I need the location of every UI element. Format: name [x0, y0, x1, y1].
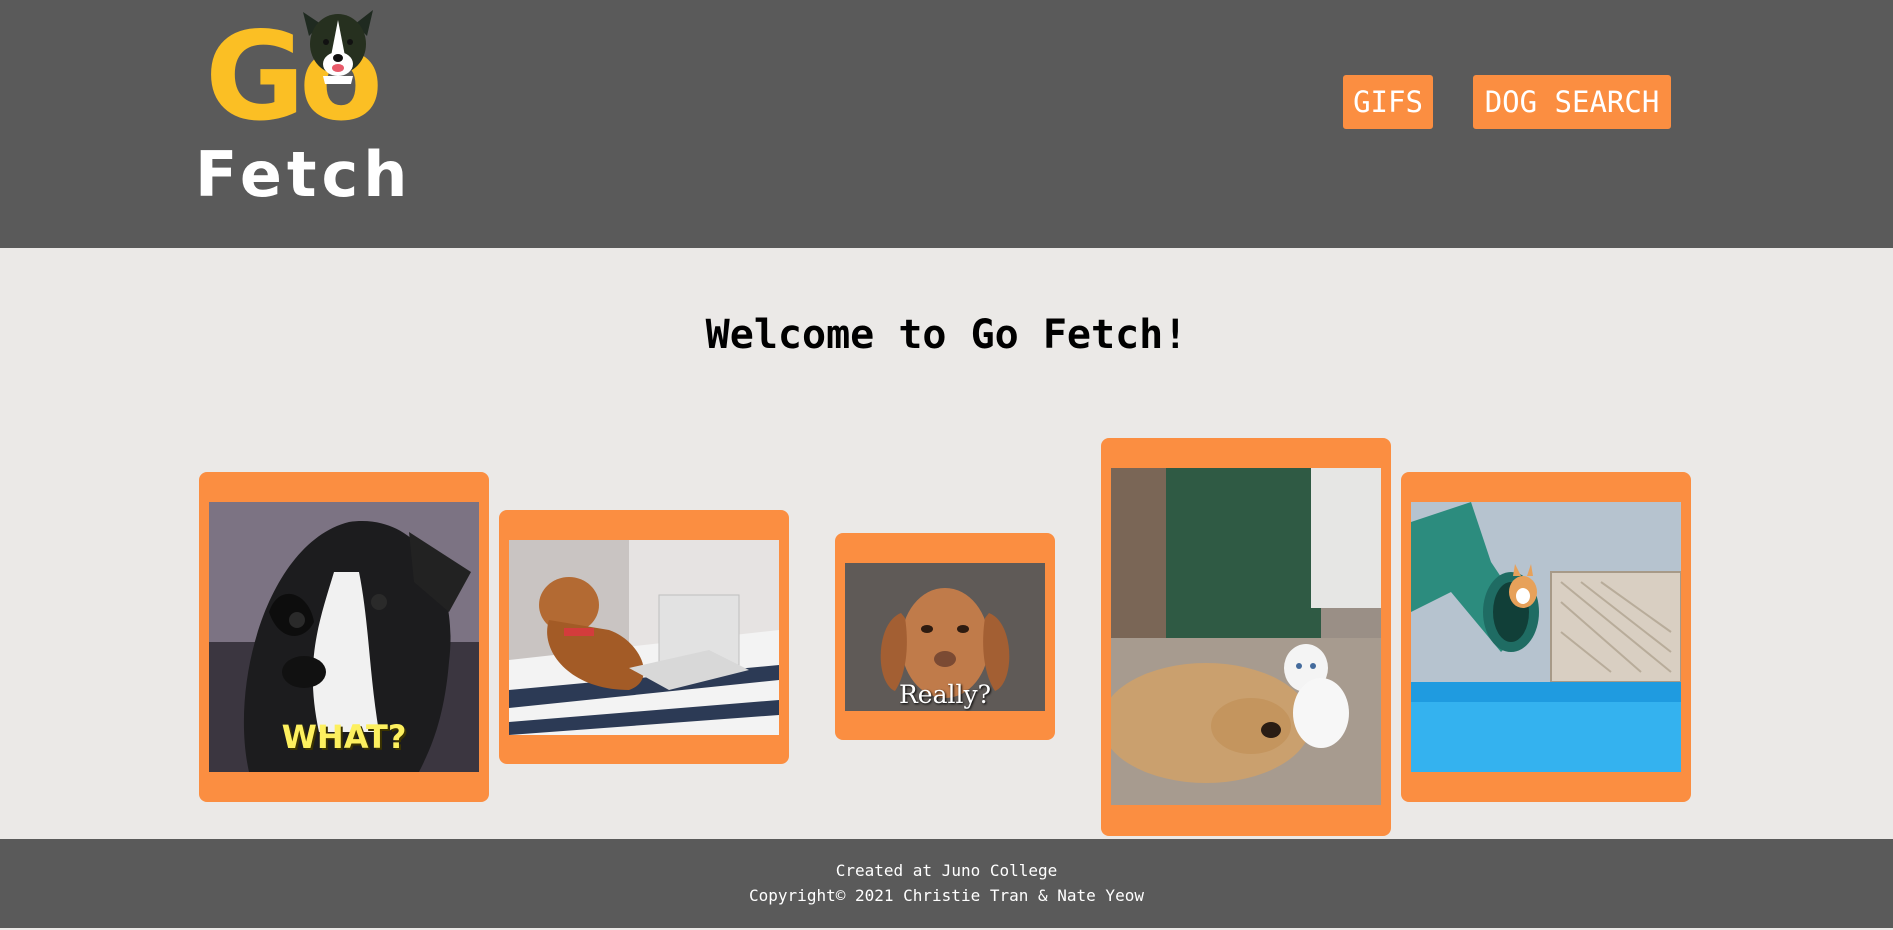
gif-image	[509, 540, 779, 735]
site-header: Go Fetch GIFS DOG SEARCH	[0, 0, 1893, 248]
dog-search-nav-button[interactable]: DOG SEARCH	[1473, 75, 1671, 129]
footer-copyright-text: Copyright© 2021 Christie Tran & Nate Yeo…	[749, 886, 1144, 905]
footer-created-text: Created at Juno College	[835, 861, 1058, 880]
gif-card[interactable]: WHAT?	[199, 472, 489, 802]
gif-caption: WHAT?	[281, 718, 407, 756]
gif-card[interactable]: Really?	[835, 533, 1055, 740]
gif-card[interactable]	[1401, 472, 1691, 802]
gif-image	[1411, 502, 1681, 772]
gif-image: Really?	[845, 563, 1045, 711]
site-footer: Created at Juno College Copyright© 2021 …	[0, 839, 1893, 928]
gif-image: WHAT?	[209, 502, 479, 772]
logo-fetch-text: Fetch	[195, 138, 413, 211]
page-title: Welcome to Go Fetch!	[705, 312, 1188, 358]
gifs-nav-button[interactable]: GIFS	[1343, 75, 1433, 129]
gif-card[interactable]	[499, 510, 789, 764]
gif-image	[1111, 468, 1381, 805]
go-fetch-logo[interactable]: Go Fetch	[195, 6, 407, 206]
gif-card[interactable]	[1101, 438, 1391, 836]
gif-caption: Really?	[898, 680, 992, 709]
dog-head-icon	[303, 10, 373, 84]
